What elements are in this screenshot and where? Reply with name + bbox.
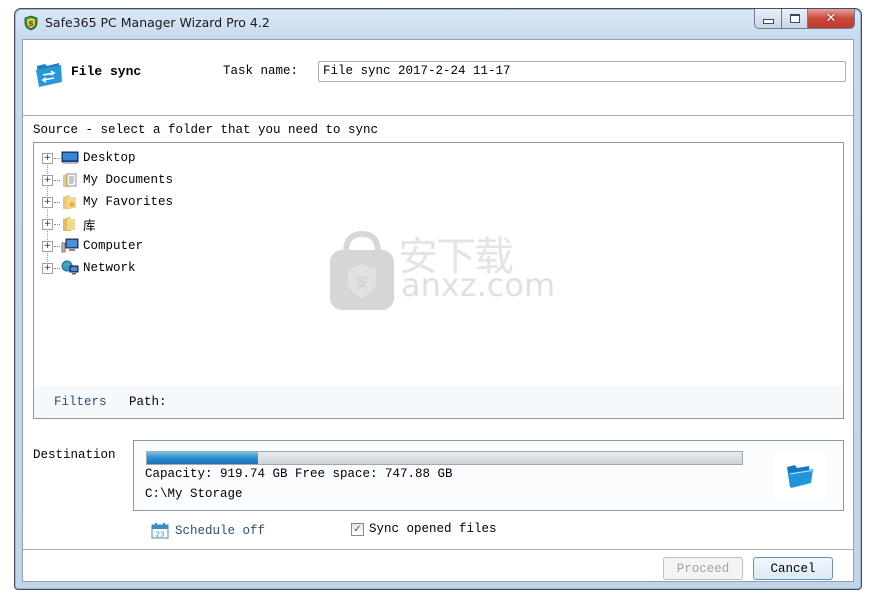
window-title: Safe365 PC Manager Wizard Pro 4.2 [45,15,270,30]
disk-usage-bar [146,451,743,465]
destination-panel: Capacity: 919.74 GB Free space: 747.88 G… [133,440,844,511]
minimize-button[interactable] [754,9,782,29]
tree-item-network[interactable]: + Network [40,257,173,279]
task-name-input[interactable] [318,61,846,82]
tree-item-label: Computer [83,239,144,253]
tree-item-computer[interactable]: + Computer [40,235,173,257]
expand-icon[interactable]: + [42,174,53,186]
task-name-label: Task name: [223,64,299,78]
library-folder-icon [61,216,79,232]
tree-item-label: 库 [83,217,96,233]
schedule-label: Schedule off [175,523,266,538]
checkbox-checked-icon[interactable]: ✓ [351,522,364,536]
sync-opened-files-checkbox[interactable]: ✓ Sync opened files [351,522,497,536]
schedule-link[interactable]: 23 Schedule off [151,522,265,539]
proceed-button[interactable]: Proceed [663,557,743,580]
path-label: Path: [129,395,167,409]
calendar-icon: 23 [151,523,169,539]
maximize-icon [789,14,800,23]
documents-folder-icon [61,172,79,188]
network-icon [61,260,79,276]
expand-icon[interactable]: + [42,262,53,274]
tree-item-label: Network [83,261,136,275]
tree-item-label: My Documents [83,173,174,187]
sync-opened-files-label: Sync opened files [369,522,497,536]
tree-item-label: My Favorites [83,195,174,209]
disk-usage-fill [147,452,259,464]
file-sync-folder-icon [36,63,62,87]
title-bar[interactable]: S Safe365 PC Manager Wizard Pro 4.2 ✕ [15,9,861,37]
cancel-button[interactable]: Cancel [753,557,833,580]
filter-bar: Filters Path: [34,386,843,418]
expand-icon[interactable]: + [42,240,53,252]
tree-item-desktop[interactable]: + Desktop [40,147,173,169]
maximize-button[interactable] [782,9,808,29]
close-icon: ✕ [825,11,837,26]
dialog-body: File sync Task name: Source - select a f… [22,39,854,582]
minimize-icon [762,18,774,24]
tree-item-my-favorites[interactable]: + My Favorites [40,191,173,213]
close-button[interactable]: ✕ [808,9,855,29]
page-title: File sync [71,64,142,79]
desktop-icon [61,150,79,166]
tree-item-label: Desktop [83,151,136,165]
svg-text:S: S [28,20,33,28]
filters-link[interactable]: Filters [54,395,107,409]
destination-path: C:\My Storage [145,487,243,501]
source-label: Source - select a folder that you need t… [33,123,379,137]
wizard-header: File sync Task name: [23,40,853,116]
capacity-text: Capacity: 919.74 GB Free space: 747.88 G… [145,467,453,481]
computer-icon [61,238,79,254]
tree-item-library[interactable]: + 库 [40,213,173,235]
shield-logo-icon: S [24,15,38,31]
svg-text:23: 23 [156,531,165,539]
app-window: S Safe365 PC Manager Wizard Pro 4.2 ✕ Fi… [14,8,862,590]
browse-destination-button[interactable] [774,453,826,499]
tree-item-my-documents[interactable]: + My Documents [40,169,173,191]
expand-icon[interactable]: + [42,196,53,208]
expand-icon[interactable]: + [42,152,53,164]
footer-divider [23,549,853,550]
destination-label: Destination [33,448,116,462]
expand-icon[interactable]: + [42,218,53,230]
source-folder-tree[interactable]: + Desktop + My Documents + My Favorites … [33,142,844,419]
folder-open-icon [787,465,813,488]
favorites-folder-icon [61,194,79,210]
